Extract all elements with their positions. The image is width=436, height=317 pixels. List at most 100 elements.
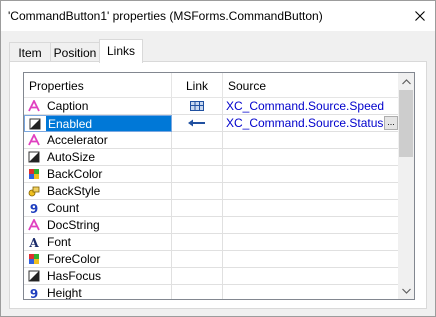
property-row-forecolor[interactable]: ForeColor <box>24 251 399 268</box>
source-cell[interactable] <box>223 234 399 251</box>
property-label: Count <box>47 201 80 215</box>
chevron-down-icon <box>401 288 411 294</box>
source-cell[interactable] <box>223 200 399 217</box>
property-name-cell[interactable]: DocString <box>24 217 172 234</box>
tab-links[interactable]: Links <box>99 39 143 63</box>
column-header-source[interactable]: Source <box>223 73 399 98</box>
scroll-up-button[interactable] <box>398 73 414 90</box>
font-property-icon: A <box>28 236 40 248</box>
source-text: XC_Command.Source.Status <box>226 116 384 130</box>
number-property-icon: 9 <box>28 287 40 299</box>
text-property-icon <box>28 134 40 146</box>
property-label: Caption <box>47 99 89 113</box>
property-label: Accelerator <box>47 133 108 147</box>
close-button[interactable] <box>405 1 435 31</box>
property-name-cell[interactable]: ForeColor <box>24 251 172 268</box>
column-header-link[interactable]: Link <box>172 73 223 98</box>
grid-link-icon <box>190 101 204 111</box>
source-cell[interactable] <box>223 285 399 299</box>
color-property-icon <box>28 168 40 180</box>
links-tab-panel: Properties Link Source Caption XC_Command… <box>9 61 427 309</box>
property-label: HasFocus <box>47 269 102 283</box>
property-name-cell[interactable]: 9 Count <box>24 200 172 217</box>
source-cell[interactable] <box>223 149 399 166</box>
property-row-caption[interactable]: Caption XC_Command.Source.Speed <box>24 98 399 115</box>
source-cell[interactable] <box>223 217 399 234</box>
link-cell[interactable] <box>172 166 223 183</box>
property-label: AutoSize <box>47 150 96 164</box>
property-label: Enabled <box>46 116 171 131</box>
link-cell[interactable] <box>172 149 223 166</box>
link-cell[interactable] <box>172 234 223 251</box>
property-name-cell[interactable]: A Font <box>24 234 172 251</box>
column-header-properties[interactable]: Properties <box>24 73 172 98</box>
link-cell[interactable] <box>172 217 223 234</box>
property-row-autosize[interactable]: AutoSize <box>24 149 399 166</box>
source-cell[interactable] <box>223 268 399 285</box>
property-name-cell[interactable]: Accelerator <box>24 132 172 149</box>
link-cell[interactable] <box>172 132 223 149</box>
property-label: DocString <box>47 218 100 232</box>
property-row-font[interactable]: A Font <box>24 234 399 251</box>
property-row-accelerator[interactable]: Accelerator <box>24 132 399 149</box>
close-icon <box>415 11 425 21</box>
link-cell[interactable] <box>172 183 223 200</box>
property-name-cell[interactable]: BackStyle <box>24 183 172 200</box>
property-name-cell[interactable]: Caption <box>24 98 172 115</box>
window-title: 'CommandButton1' properties (MSForms.Com… <box>8 9 323 23</box>
arrow-left-icon <box>188 119 206 127</box>
link-cell[interactable] <box>172 251 223 268</box>
grid-header: Properties Link Source <box>24 73 399 98</box>
property-name-cell[interactable]: HasFocus <box>24 268 172 285</box>
link-cell[interactable] <box>172 285 223 299</box>
property-row-enabled[interactable]: Enabled XC_Command.Source.Status... <box>24 115 399 132</box>
properties-dialog: 'CommandButton1' properties (MSForms.Com… <box>0 0 436 317</box>
style-property-icon <box>28 185 40 197</box>
property-row-backcolor[interactable]: BackColor <box>24 166 399 183</box>
property-row-height[interactable]: 9 Height <box>24 285 399 300</box>
link-cell[interactable] <box>172 268 223 285</box>
source-text: XC_Command.Source.Speed <box>226 99 385 113</box>
source-cell[interactable] <box>223 132 399 149</box>
property-name-cell[interactable]: 9 Height <box>24 285 172 300</box>
links-grid[interactable]: Properties Link Source Caption XC_Command… <box>23 72 415 300</box>
source-cell[interactable] <box>223 251 399 268</box>
property-label: Height <box>47 286 82 300</box>
property-row-hasfocus[interactable]: HasFocus <box>24 268 399 285</box>
property-label: BackStyle <box>47 184 101 198</box>
link-cell[interactable] <box>172 115 223 132</box>
source-cell[interactable]: XC_Command.Source.Speed <box>223 98 399 115</box>
boolean-property-icon <box>28 270 40 282</box>
text-property-icon <box>28 100 40 112</box>
property-label: ForeColor <box>47 252 101 266</box>
property-label: Font <box>47 235 72 249</box>
property-name-cell[interactable]: AutoSize <box>24 149 172 166</box>
link-cell[interactable] <box>172 200 223 217</box>
property-row-backstyle[interactable]: BackStyle <box>24 183 399 200</box>
property-row-count[interactable]: 9 Count <box>24 200 399 217</box>
svg-text:9: 9 <box>30 287 38 299</box>
svg-text:A: A <box>28 236 39 248</box>
browse-source-button[interactable]: ... <box>384 116 398 130</box>
chevron-up-icon <box>401 78 411 84</box>
number-property-icon: 9 <box>28 202 40 214</box>
source-cell[interactable]: XC_Command.Source.Status... <box>223 115 399 132</box>
property-row-docstring[interactable]: DocString <box>24 217 399 234</box>
color-property-icon <box>28 253 40 265</box>
source-cell[interactable] <box>223 166 399 183</box>
svg-text:9: 9 <box>30 202 38 214</box>
property-label: BackColor <box>47 167 103 181</box>
scroll-thumb[interactable] <box>399 90 413 157</box>
property-name-cell[interactable]: Enabled <box>24 115 172 132</box>
title-bar: 'CommandButton1' properties (MSForms.Com… <box>1 1 435 31</box>
boolean-property-icon <box>29 118 41 130</box>
tab-item[interactable]: Item <box>9 42 51 62</box>
vertical-scrollbar[interactable] <box>398 73 414 299</box>
source-cell[interactable] <box>223 183 399 200</box>
link-cell[interactable] <box>172 98 223 115</box>
text-property-icon <box>28 219 40 231</box>
boolean-property-icon <box>28 151 40 163</box>
tab-position[interactable]: Position <box>50 42 100 62</box>
scroll-down-button[interactable] <box>398 282 414 299</box>
property-name-cell[interactable]: BackColor <box>24 166 172 183</box>
